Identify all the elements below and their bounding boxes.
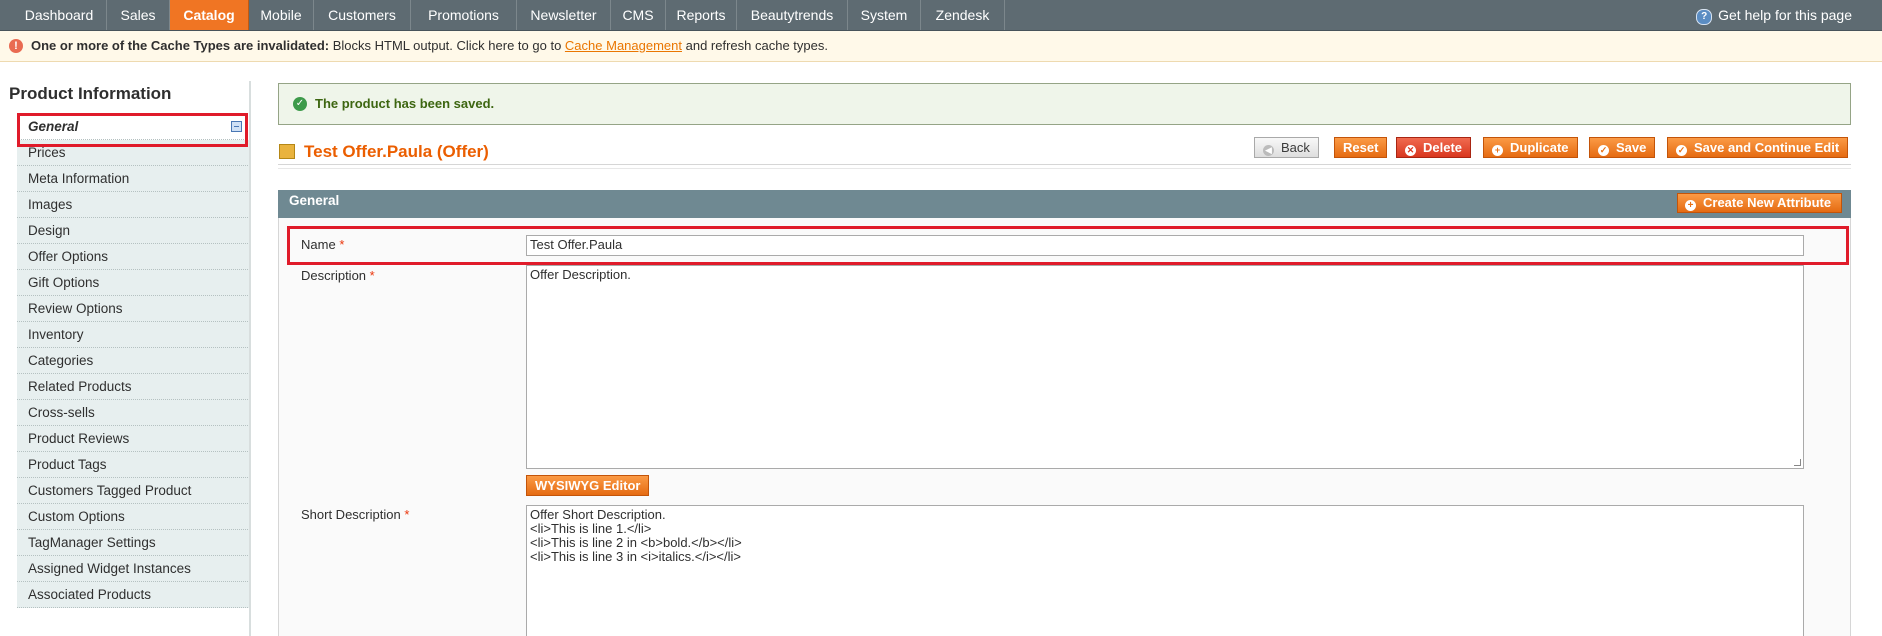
- save-label: Save: [1616, 140, 1647, 155]
- nav-zendesk[interactable]: Zendesk: [921, 0, 1005, 30]
- back-icon: ◀: [1263, 145, 1274, 156]
- required-mark: *: [369, 268, 375, 283]
- resize-handle[interactable]: [1794, 459, 1801, 466]
- reset-button[interactable]: Reset: [1334, 137, 1388, 158]
- tab-product-tags[interactable]: Product Tags: [17, 452, 250, 478]
- nav-dashboard[interactable]: Dashboard: [12, 0, 107, 30]
- nav-sales[interactable]: Sales: [107, 0, 170, 30]
- required-mark: *: [404, 507, 410, 522]
- nav-reports[interactable]: Reports: [666, 0, 737, 30]
- tab-review-options[interactable]: Review Options: [17, 296, 250, 322]
- error-icon: !: [9, 39, 23, 53]
- tab-categories[interactable]: Categories: [17, 348, 250, 374]
- section-title: General: [289, 193, 340, 208]
- help-link[interactable]: ? Get help for this page: [1696, 0, 1852, 30]
- save-continue-check-icon: ✓: [1676, 145, 1687, 156]
- nav-promotions[interactable]: Promotions: [411, 0, 517, 30]
- tab-offer-options[interactable]: Offer Options: [17, 244, 250, 270]
- success-message: ✓ The product has been saved.: [278, 83, 1851, 125]
- help-icon: ?: [1696, 9, 1713, 25]
- top-nav: Dashboard Sales Catalog Mobile Customers…: [0, 0, 1882, 31]
- notice-tail: and refresh cache types.: [682, 38, 828, 53]
- duplicate-button[interactable]: + Duplicate: [1483, 137, 1578, 158]
- notice-text: One or more of the Cache Types are inval…: [31, 31, 828, 61]
- nav-beautytrends[interactable]: Beautytrends: [737, 0, 848, 30]
- help-label: Get help for this page: [1718, 7, 1852, 23]
- tab-images[interactable]: Images: [17, 192, 250, 218]
- success-text: The product has been saved.: [315, 96, 495, 111]
- delete-label: Delete: [1423, 140, 1463, 155]
- save-continue-button[interactable]: ✓ Save and Continue Edit: [1667, 137, 1849, 158]
- tab-gift-options[interactable]: Gift Options: [17, 270, 250, 296]
- nav-mobile[interactable]: Mobile: [249, 0, 314, 30]
- tab-related-products[interactable]: Related Products: [17, 374, 250, 400]
- create-plus-icon: +: [1685, 200, 1696, 211]
- cache-notice: ! One or more of the Cache Types are inv…: [0, 31, 1882, 62]
- tab-associated-products[interactable]: Associated Products: [17, 582, 250, 608]
- tab-cross-sells[interactable]: Cross-sells: [17, 400, 250, 426]
- back-label: Back: [1281, 140, 1310, 155]
- description-label: Description *: [301, 268, 375, 283]
- tab-assigned-widget-instances[interactable]: Assigned Widget Instances: [17, 556, 250, 582]
- sidebar-divider: [249, 81, 251, 636]
- description-label-text: Description: [301, 268, 367, 283]
- short-description-textarea[interactable]: Offer Short Description. <li>This is lin…: [526, 505, 1804, 636]
- tab-customers-tagged-product[interactable]: Customers Tagged Product: [17, 478, 250, 504]
- save-button[interactable]: ✓ Save: [1589, 137, 1656, 158]
- wysiwyg-button[interactable]: WYSIWYG Editor: [526, 475, 650, 496]
- tab-tagmanager-settings[interactable]: TagManager Settings: [17, 530, 250, 556]
- description-textarea[interactable]: Offer Description.: [526, 265, 1804, 469]
- back-button[interactable]: ◀ Back: [1254, 137, 1319, 158]
- highlight-general-tab: [17, 113, 248, 147]
- create-attribute-label: Create New Attribute: [1703, 195, 1832, 210]
- tab-design[interactable]: Design: [17, 218, 250, 244]
- tab-product-reviews[interactable]: Product Reviews: [17, 426, 250, 452]
- highlight-name-field: [287, 226, 1849, 265]
- nav-catalog[interactable]: Catalog: [170, 0, 249, 30]
- delete-button[interactable]: ✕ Delete: [1396, 137, 1472, 158]
- nav-cms[interactable]: CMS: [611, 0, 666, 30]
- nav-newsletter[interactable]: Newsletter: [517, 0, 611, 30]
- product-tabs: General Prices Meta Information Images D…: [17, 114, 250, 608]
- nav-customers[interactable]: Customers: [314, 0, 411, 30]
- section-header: General: [278, 190, 1851, 218]
- tab-meta-information[interactable]: Meta Information: [17, 166, 250, 192]
- plus-icon: +: [1492, 145, 1503, 156]
- delete-icon: ✕: [1405, 145, 1416, 156]
- page-title-text: Test Offer.Paula (Offer): [304, 142, 489, 161]
- description-text: Offer Description.: [530, 267, 631, 282]
- tab-inventory[interactable]: Inventory: [17, 322, 250, 348]
- short-description-label: Short Description *: [301, 507, 409, 522]
- tab-custom-options[interactable]: Custom Options: [17, 504, 250, 530]
- cache-management-link[interactable]: Cache Management: [565, 38, 682, 53]
- title-divider: [278, 164, 1851, 169]
- duplicate-label: Duplicate: [1510, 140, 1569, 155]
- notice-bold: One or more of the Cache Types are inval…: [31, 38, 330, 53]
- sidebar-title: Product Information: [9, 84, 172, 103]
- save-check-icon: ✓: [1598, 145, 1609, 156]
- product-box-icon: [279, 144, 295, 159]
- short-description-label-text: Short Description: [301, 507, 401, 522]
- check-icon: ✓: [293, 97, 307, 111]
- nav-system[interactable]: System: [848, 0, 921, 30]
- save-continue-label: Save and Continue Edit: [1694, 140, 1840, 155]
- notice-body: Blocks HTML output. Click here to go to: [329, 38, 565, 53]
- create-attribute-button[interactable]: + Create New Attribute: [1677, 193, 1843, 213]
- reset-label: Reset: [1343, 140, 1379, 155]
